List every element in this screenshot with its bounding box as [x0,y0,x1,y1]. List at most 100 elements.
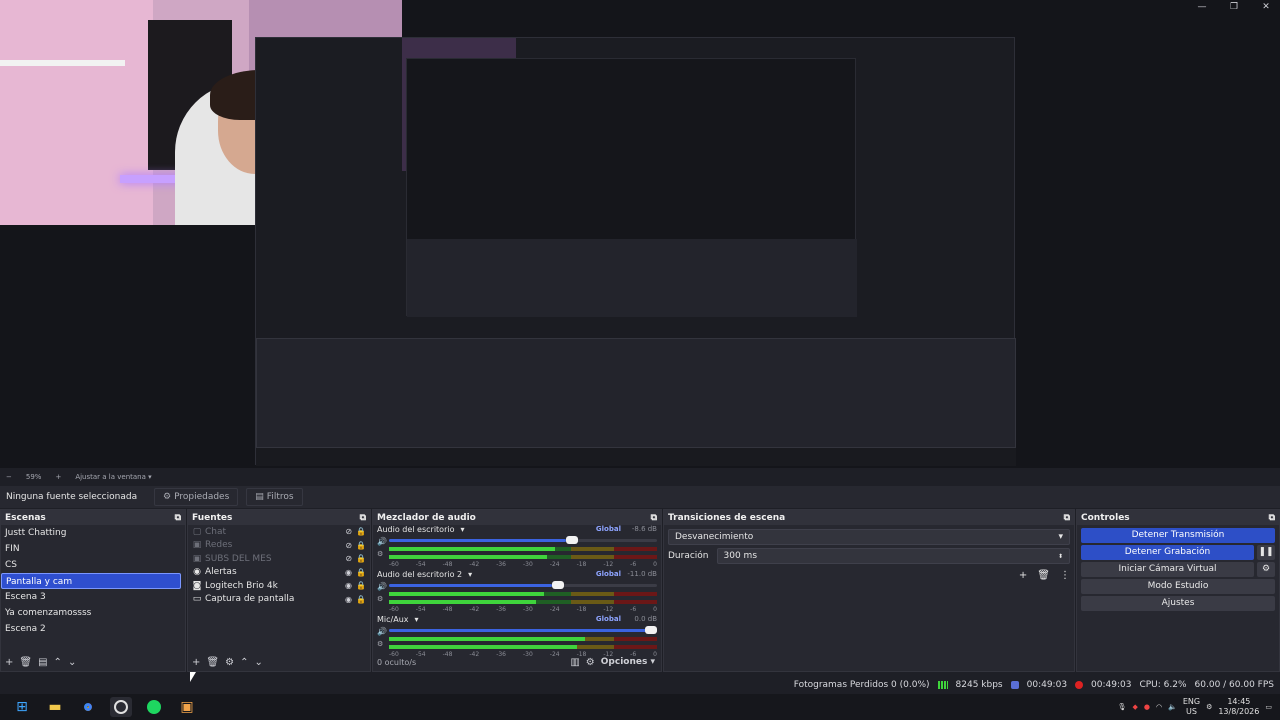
minimize-button[interactable]: — [1188,0,1216,14]
trash-icon[interactable]: 🗑 [206,657,219,668]
eye-off-icon[interactable]: ⊘ [345,554,352,563]
options-button[interactable]: Opciones ▾ [601,657,655,667]
gear-icon[interactable]: ⚙ [586,657,595,668]
trash-icon[interactable]: 🗑 [19,657,32,668]
scene-item[interactable]: Justt Chatting [1,525,181,541]
source-item[interactable]: ▣ SUBS DEL MES ⊘ 🔒 [188,552,370,566]
transition-select[interactable]: Desvanecimiento ▾ [668,529,1070,545]
filters-button[interactable]: ▤ Filtros [246,488,303,506]
record-icon[interactable]: ● [1144,703,1150,711]
meter-tick: -12 [603,606,614,613]
chrome-icon[interactable] [77,697,99,717]
trash-icon[interactable]: 🗑 [1037,570,1050,581]
chevron-down-icon[interactable]: ▾ [415,615,419,624]
scene-item[interactable]: Pantalla y cam [1,573,181,589]
eye-icon[interactable]: ◉ [345,568,352,577]
settings-button[interactable]: Ajustes [1081,596,1275,611]
volume-slider[interactable] [389,626,657,634]
layout-icon[interactable]: ▥ [570,657,579,668]
source-item[interactable]: ▭ Captura de pantalla ◉ 🔒 [188,593,370,607]
studio-mode-button[interactable]: Modo Estudio [1081,579,1275,594]
eye-off-icon[interactable]: ⊘ [345,527,352,536]
source-item[interactable]: ▢ Chat ⊘ 🔒 [188,525,370,539]
zoom-in-icon[interactable]: + [55,473,61,481]
taskbar: ⊞ ▬ ▣ 🎙 ◆ ● ◠ 🔈 ENG US ⚙ 14:45 13/8/2026 ▭ [0,694,1280,720]
gear-icon[interactable]: ⚙ [377,640,383,648]
shield-icon[interactable]: ◆ [1132,703,1137,711]
lock-icon[interactable]: 🔒 [356,541,366,550]
more-icon[interactable]: ⋮ [1060,570,1070,581]
gear-icon[interactable]: ⚙ [1206,703,1212,711]
maximize-button[interactable]: ❐ [1220,0,1248,14]
monitor-icon: ▭ [192,594,202,605]
pause-icon[interactable]: ❚❚ [1257,545,1275,560]
source-item[interactable]: ◙ Logitech Brio 4k ◉ 🔒 [188,579,370,593]
add-icon[interactable]: + [192,657,200,668]
volume-knob[interactable] [565,536,578,544]
clock[interactable]: 14:45 13/8/2026 [1218,697,1259,717]
chevron-down-icon[interactable]: ⌄ [254,657,262,668]
volume-slider[interactable] [389,536,657,544]
volume-icon[interactable]: 🔈 [1168,703,1177,711]
zoom-out-icon[interactable]: − [6,473,12,481]
speaker-icon[interactable]: 🔊 [377,582,387,591]
obs-icon[interactable] [110,697,132,717]
dock-float-icon[interactable]: ⧉ [651,513,657,523]
gear-icon[interactable]: ⚙ [377,595,383,603]
gear-icon[interactable]: ⚙ [225,657,234,668]
speaker-icon[interactable]: 🔊 [377,627,387,636]
eye-off-icon[interactable]: ⊘ [345,541,352,550]
dock-float-icon[interactable]: ⧉ [1064,513,1070,523]
spotify-icon[interactable] [143,697,165,717]
speaker-icon[interactable]: 🔊 [377,537,387,546]
close-button[interactable]: ✕ [1252,0,1280,14]
meter-tick: -60 [389,606,399,613]
volume-knob[interactable] [552,581,565,589]
source-label: Captura de pantalla [205,594,295,605]
add-icon[interactable]: + [1019,570,1027,581]
language-indicator[interactable]: ENG US [1183,697,1200,717]
lock-icon[interactable]: 🔒 [356,527,366,536]
chevron-down-icon[interactable]: ⌄ [68,657,76,668]
virtual-camera-button[interactable]: Iniciar Cámara Virtual [1081,562,1254,577]
scene-item[interactable]: Ya comenzamossss [1,605,181,621]
eye-icon[interactable]: ◉ [345,581,352,590]
lock-icon[interactable]: 🔒 [356,568,366,577]
dock-title: Escenas [5,512,46,523]
stop-stream-button[interactable]: Detener Transmisión [1081,528,1275,543]
stop-record-button[interactable]: Detener Grabación [1081,545,1254,560]
chevron-up-icon[interactable]: ⌃ [240,657,248,668]
volume-slider[interactable] [389,581,657,589]
app-icon[interactable]: ▣ [176,697,198,717]
add-icon[interactable]: + [5,657,13,668]
gear-icon[interactable]: ⚙ [1257,562,1275,577]
lock-icon[interactable]: 🔒 [356,554,366,563]
chevron-down-icon[interactable]: ▾ [460,525,464,534]
zoom-fit-dropdown[interactable]: Ajustar a la ventana ▾ [75,473,151,481]
dock-float-icon[interactable]: ⧉ [175,513,181,523]
lock-icon[interactable]: 🔒 [356,595,366,604]
source-item[interactable]: ▣ Redes ⊘ 🔒 [188,539,370,553]
windows-start-icon[interactable]: ⊞ [11,697,33,717]
chevron-up-icon[interactable]: ⌃ [54,657,62,668]
mic-icon[interactable]: 🎙 [1118,703,1127,711]
preview-canvas[interactable] [0,0,1280,468]
source-item[interactable]: ◉ Alertas ◉ 🔒 [188,566,370,580]
volume-knob[interactable] [645,626,657,634]
notification-icon[interactable]: ▭ [1265,703,1272,711]
scene-item[interactable]: Escena 3 [1,589,181,605]
gear-icon[interactable]: ⚙ [377,550,383,558]
eye-icon[interactable]: ◉ [345,595,352,604]
duration-input[interactable]: 300 ms ⬍ [716,548,1070,564]
chevron-down-icon[interactable]: ▾ [468,570,472,579]
dock-float-icon[interactable]: ⧉ [1269,513,1275,523]
properties-button[interactable]: ⚙ Propiedades [154,488,239,506]
filter-icon[interactable]: ▤ [38,657,47,668]
wifi-icon[interactable]: ◠ [1156,703,1162,711]
scene-item[interactable]: CS [1,557,181,573]
scene-item[interactable]: Escena 2 [1,621,181,637]
scene-item[interactable]: FIN [1,541,181,557]
file-explorer-icon[interactable]: ▬ [44,697,66,717]
lock-icon[interactable]: 🔒 [356,581,366,590]
dock-float-icon[interactable]: ⧉ [360,513,366,523]
